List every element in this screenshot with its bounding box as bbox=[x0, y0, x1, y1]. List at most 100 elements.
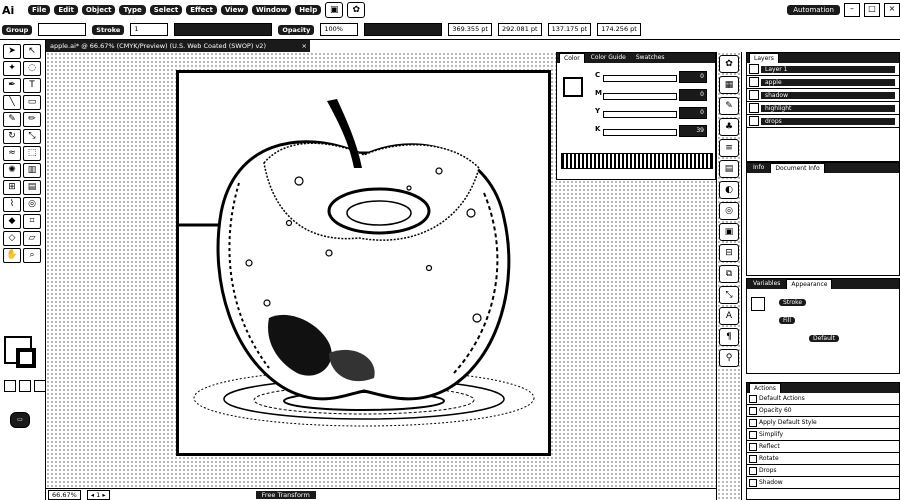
maximize-button[interactable]: □ bbox=[864, 3, 880, 17]
visibility-icon[interactable] bbox=[749, 116, 759, 126]
menu-view[interactable]: View bbox=[220, 5, 248, 15]
screen-mode-icon[interactable]: ▭ bbox=[10, 412, 30, 428]
slice-tool-icon[interactable]: ◇ bbox=[3, 231, 21, 246]
tab-color-guide[interactable]: Color Guide bbox=[587, 53, 630, 63]
magic-wand-tool-icon[interactable]: ✦ bbox=[3, 61, 21, 76]
pathfinder-panel-icon[interactable]: ⧉ bbox=[719, 265, 739, 283]
pencil-tool-icon[interactable]: ✏ bbox=[23, 112, 41, 127]
tab-color[interactable]: Color bbox=[559, 53, 585, 63]
action-name[interactable]: Default Actions bbox=[759, 395, 899, 402]
action-name[interactable]: Opacity 60 bbox=[759, 407, 899, 414]
appearance-fill-chip[interactable]: Fill bbox=[779, 317, 796, 324]
color-mode-icon[interactable] bbox=[4, 380, 16, 392]
scale-tool-icon[interactable]: ⤡ bbox=[23, 129, 41, 144]
none-mode-icon[interactable] bbox=[34, 380, 46, 392]
graph-tool-icon[interactable]: ▥ bbox=[23, 163, 41, 178]
yellow-row[interactable]: Y 0 bbox=[595, 107, 713, 119]
brush-definition-selector[interactable] bbox=[174, 23, 273, 36]
magenta-row[interactable]: M 0 bbox=[595, 89, 713, 101]
arrange-documents-icon[interactable]: ✿ bbox=[347, 2, 366, 18]
close-button[interactable]: × bbox=[884, 3, 900, 17]
action-toggle[interactable] bbox=[749, 454, 757, 463]
black-row[interactable]: K 39 bbox=[595, 125, 713, 137]
visibility-icon[interactable] bbox=[749, 77, 759, 87]
layer-row[interactable]: highlight bbox=[747, 102, 899, 115]
action-name[interactable]: Rotate bbox=[759, 455, 899, 462]
action-name[interactable]: Shadow bbox=[759, 479, 899, 486]
layer-row[interactable]: apple bbox=[747, 76, 899, 89]
opacity-field[interactable]: 100% bbox=[320, 23, 359, 36]
direct-selection-tool-icon[interactable]: ↖ bbox=[23, 44, 41, 59]
blend-tool-icon[interactable]: ◎ bbox=[23, 197, 41, 212]
character-panel-icon[interactable]: A bbox=[719, 307, 739, 325]
action-row[interactable]: Drops bbox=[747, 465, 899, 477]
yellow-slider[interactable] bbox=[603, 111, 677, 118]
action-toggle[interactable] bbox=[749, 442, 757, 451]
action-toggle[interactable] bbox=[749, 430, 757, 439]
paragraph-panel-icon[interactable]: ¶ bbox=[719, 328, 739, 346]
cyan-row[interactable]: C 0 bbox=[595, 71, 713, 83]
height-field[interactable]: 174.256 pt bbox=[597, 23, 641, 36]
cyan-value[interactable]: 0 bbox=[679, 71, 707, 83]
layer-name[interactable]: highlight bbox=[761, 104, 895, 112]
appearance-default-chip[interactable]: Default bbox=[809, 335, 839, 342]
pen-tool-icon[interactable]: ✒ bbox=[3, 78, 21, 93]
selection-tool-icon[interactable]: ➤ bbox=[3, 44, 21, 59]
artboard[interactable] bbox=[176, 70, 551, 456]
appearance-panel-icon[interactable]: ◎ bbox=[719, 202, 739, 220]
apple-artwork[interactable] bbox=[179, 73, 548, 453]
workspace-switcher[interactable]: Automation bbox=[787, 5, 840, 15]
action-name[interactable]: Simplify bbox=[759, 431, 899, 438]
warp-tool-icon[interactable]: ≈ bbox=[3, 146, 21, 161]
minimize-button[interactable]: – bbox=[844, 3, 860, 17]
links-panel-icon[interactable]: ⚲ bbox=[719, 349, 739, 367]
gradient-mode-icon[interactable] bbox=[19, 380, 31, 392]
y-field[interactable]: 292.081 pt bbox=[497, 23, 542, 36]
menu-file[interactable]: File bbox=[28, 5, 51, 15]
action-row[interactable]: Apply Default Style bbox=[747, 417, 899, 429]
black-value[interactable]: 39 bbox=[679, 125, 707, 137]
align-panel-icon[interactable]: ⊟ bbox=[719, 244, 739, 262]
visibility-icon[interactable] bbox=[749, 103, 759, 113]
menu-window[interactable]: Window bbox=[251, 5, 292, 15]
fill-selector[interactable] bbox=[38, 23, 87, 36]
tab-appearance[interactable]: Appearance bbox=[786, 279, 833, 289]
gradient-tool-icon[interactable]: ▤ bbox=[23, 180, 41, 195]
action-name[interactable]: Apply Default Style bbox=[759, 419, 899, 426]
menu-effect[interactable]: Effect bbox=[186, 5, 217, 15]
cyan-slider[interactable] bbox=[603, 75, 677, 82]
transform-panel-icon[interactable]: ⤡ bbox=[719, 286, 739, 304]
stroke-weight-field[interactable]: 1 bbox=[130, 23, 169, 36]
color-spectrum[interactable] bbox=[561, 153, 713, 169]
visibility-icon[interactable] bbox=[749, 64, 759, 74]
tab-variables[interactable]: Variables bbox=[749, 279, 784, 289]
action-row[interactable]: Shadow bbox=[747, 477, 899, 489]
eyedropper-tool-icon[interactable]: ⌇ bbox=[3, 197, 21, 212]
tab-document-info[interactable]: Document Info bbox=[770, 163, 825, 173]
brushes-panel-icon[interactable]: ✎ bbox=[719, 97, 739, 115]
graphic-styles-panel-icon[interactable]: ▣ bbox=[719, 223, 739, 241]
fill-stroke-swatches[interactable] bbox=[4, 336, 40, 376]
action-row[interactable]: Opacity 60 bbox=[747, 405, 899, 417]
symbols-panel-icon[interactable]: ♣ bbox=[719, 118, 739, 136]
opacity-label[interactable]: Opacity bbox=[278, 24, 315, 35]
tab-actions[interactable]: Actions bbox=[749, 383, 781, 393]
rectangle-tool-icon[interactable]: ▭ bbox=[23, 95, 41, 110]
gradient-panel-icon[interactable]: ▤ bbox=[719, 160, 739, 178]
zoom-tool-icon[interactable]: ⌕ bbox=[23, 248, 41, 263]
menu-edit[interactable]: Edit bbox=[54, 5, 78, 15]
paintbrush-tool-icon[interactable]: ✎ bbox=[3, 112, 21, 127]
yellow-value[interactable]: 0 bbox=[679, 107, 707, 119]
close-document-icon[interactable]: × bbox=[302, 40, 307, 52]
action-toggle[interactable] bbox=[749, 418, 757, 427]
action-name[interactable]: Drops bbox=[759, 467, 899, 474]
action-row[interactable]: Simplify bbox=[747, 429, 899, 441]
layer-name[interactable]: drops bbox=[761, 117, 895, 125]
visibility-icon[interactable] bbox=[749, 90, 759, 100]
layer-name[interactable]: shadow bbox=[761, 91, 895, 99]
magenta-slider[interactable] bbox=[603, 93, 677, 100]
tab-swatches[interactable]: Swatches bbox=[632, 53, 669, 63]
action-row[interactable]: Default Actions bbox=[747, 393, 899, 405]
tab-layers[interactable]: Layers bbox=[749, 53, 779, 63]
eraser-tool-icon[interactable]: ▱ bbox=[23, 231, 41, 246]
